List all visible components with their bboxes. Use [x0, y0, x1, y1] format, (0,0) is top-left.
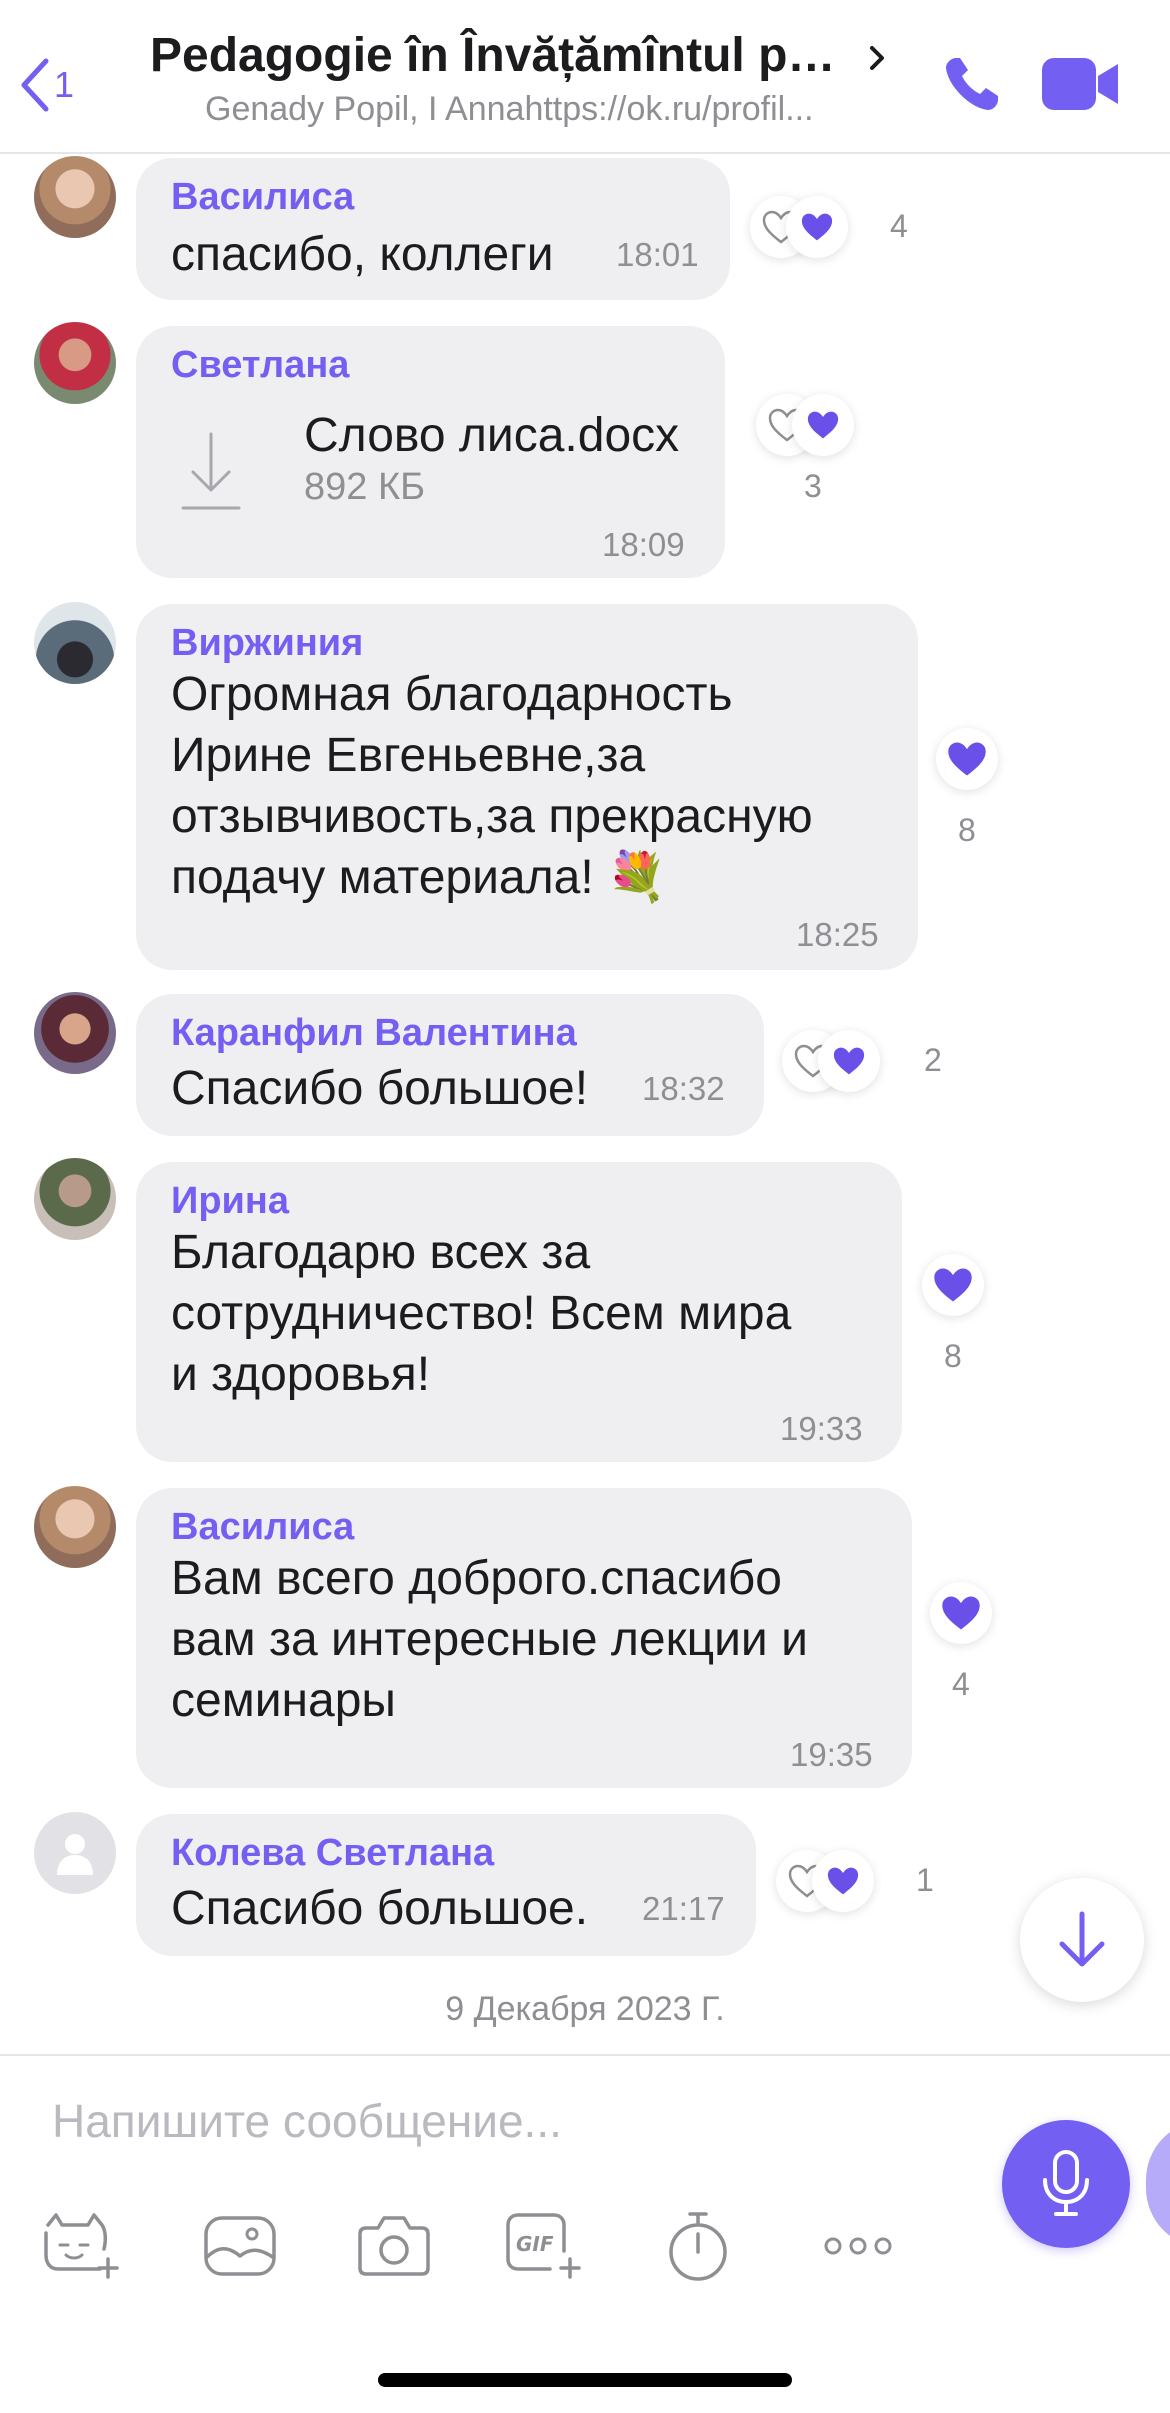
reaction-count: 1 [916, 1862, 934, 1898]
unread-count: 1 [54, 64, 75, 105]
message-text: Благодарю всех за сотрудничество! Всем м… [171, 1226, 792, 1401]
gallery-button[interactable] [200, 2206, 280, 2286]
sender-name[interactable]: Василиса [171, 176, 354, 219]
avatar[interactable] [34, 1486, 116, 1568]
video-camera-icon[interactable] [1040, 56, 1120, 112]
sticker-button[interactable] [40, 2206, 120, 2286]
message-time: 19:33 [780, 1410, 863, 1447]
message-text: Вам всего доброго.спасибо вам за интерес… [171, 1552, 808, 1727]
heart-filled-icon[interactable] [792, 394, 854, 456]
message-time: 18:09 [602, 526, 685, 563]
svg-text:GIF: GIF [516, 2232, 554, 2256]
home-indicator[interactable] [378, 2373, 792, 2387]
camera-button[interactable] [354, 2206, 434, 2286]
avatar[interactable] [34, 1158, 116, 1240]
file-size: 892 КБ [304, 466, 426, 508]
camera-icon [358, 2216, 430, 2276]
message-bubble[interactable]: Каранфил Валентина Спасибо большое! 18:3… [136, 994, 764, 1136]
avatar[interactable] [34, 322, 116, 404]
image-icon [204, 2216, 276, 2276]
gif-button[interactable]: GIF [504, 2206, 584, 2286]
message-time: 18:32 [642, 1070, 725, 1107]
default-avatar-icon [57, 1834, 93, 1875]
heart-filled-icon[interactable] [936, 728, 998, 790]
sticker-icon [44, 2213, 119, 2279]
voice-message-button[interactable] [1002, 2120, 1130, 2248]
gif-icon: GIF [506, 2213, 581, 2279]
heart-filled-icon[interactable] [786, 196, 848, 258]
reaction-count: 4 [890, 208, 908, 244]
sender-name[interactable]: Василиса [171, 1506, 354, 1549]
sender-name[interactable]: Каранфил Валентина [171, 1012, 577, 1055]
chat-members[interactable]: Genady Popil, I Annahttps://ok.ru/profil… [205, 90, 880, 129]
file-name[interactable]: Слово лиса.docx [304, 408, 679, 463]
scroll-to-bottom-button[interactable] [1020, 1878, 1144, 2002]
timer-button[interactable] [658, 2206, 738, 2286]
arrow-down-icon [1059, 1911, 1105, 1967]
reaction-count: 8 [944, 1338, 962, 1374]
send-button-edge[interactable] [1146, 2120, 1170, 2248]
reaction-count: 3 [804, 468, 822, 504]
sender-name[interactable]: Колева Светлана [171, 1832, 494, 1875]
message-text: Спасибо большое! [171, 1062, 589, 1115]
sender-name[interactable]: Виржиния [171, 622, 363, 665]
message-bubble[interactable]: Светлана Слово лиса.docx 892 КБ 18:09 [136, 326, 725, 578]
sender-name[interactable]: Ирина [171, 1180, 289, 1223]
message-input[interactable] [52, 2094, 952, 2148]
chevron-right-icon[interactable] [862, 38, 892, 78]
timer-icon [669, 2212, 727, 2281]
reaction-count: 8 [958, 812, 976, 848]
heart-filled-icon[interactable] [812, 1850, 874, 1912]
more-icon [824, 2237, 892, 2255]
message-time: 21:17 [642, 1890, 725, 1927]
phone-icon[interactable] [940, 52, 1004, 116]
message-time: 18:01 [616, 236, 699, 273]
message-bubble[interactable]: Василиса спасибо, коллеги 18:01 [136, 158, 730, 300]
reaction-count: 2 [924, 1042, 942, 1078]
message-composer: GIF [0, 2054, 1170, 2413]
microphone-icon [1043, 2150, 1089, 2216]
more-button[interactable] [818, 2206, 898, 2286]
avatar[interactable] [34, 602, 116, 684]
reaction-count: 4 [952, 1666, 970, 1702]
message-time: 19:35 [790, 1736, 873, 1773]
message-text: Огромная благодарность Ирине Евгеньевне,… [171, 668, 813, 904]
back-chevron-icon [21, 58, 49, 112]
message-bubble[interactable]: Виржиния Огромная благодарность Ирине Ев… [136, 604, 918, 970]
message-time: 18:25 [796, 916, 879, 953]
avatar[interactable] [34, 992, 116, 1074]
chat-title[interactable]: Pedagogie în Învățămîntul pri... [150, 28, 850, 83]
chat-header: 1 Pedagogie în Învățămîntul pri... Genad… [0, 0, 1170, 154]
heart-filled-icon[interactable] [922, 1254, 984, 1316]
avatar[interactable] [34, 156, 116, 238]
heart-filled-icon[interactable] [818, 1030, 880, 1092]
heart-filled-icon[interactable] [930, 1582, 992, 1644]
message-bubble[interactable]: Ирина Благодарю всех за сотрудничество! … [136, 1162, 902, 1462]
message-text: Спасибо большое. [171, 1882, 589, 1935]
date-separator: 9 Декабря 2023 Г. [445, 1990, 725, 2028]
message-bubble[interactable]: Василиса Вам всего доброго.спасибо вам з… [136, 1488, 912, 1788]
download-icon[interactable] [171, 426, 251, 516]
message-bubble[interactable]: Колева Светлана Спасибо большое. 21:17 [136, 1814, 756, 1956]
sender-name[interactable]: Светлана [171, 344, 349, 387]
message-text: спасибо, коллеги [171, 228, 554, 281]
back-button[interactable]: 1 [18, 55, 88, 115]
avatar[interactable] [34, 1812, 116, 1894]
